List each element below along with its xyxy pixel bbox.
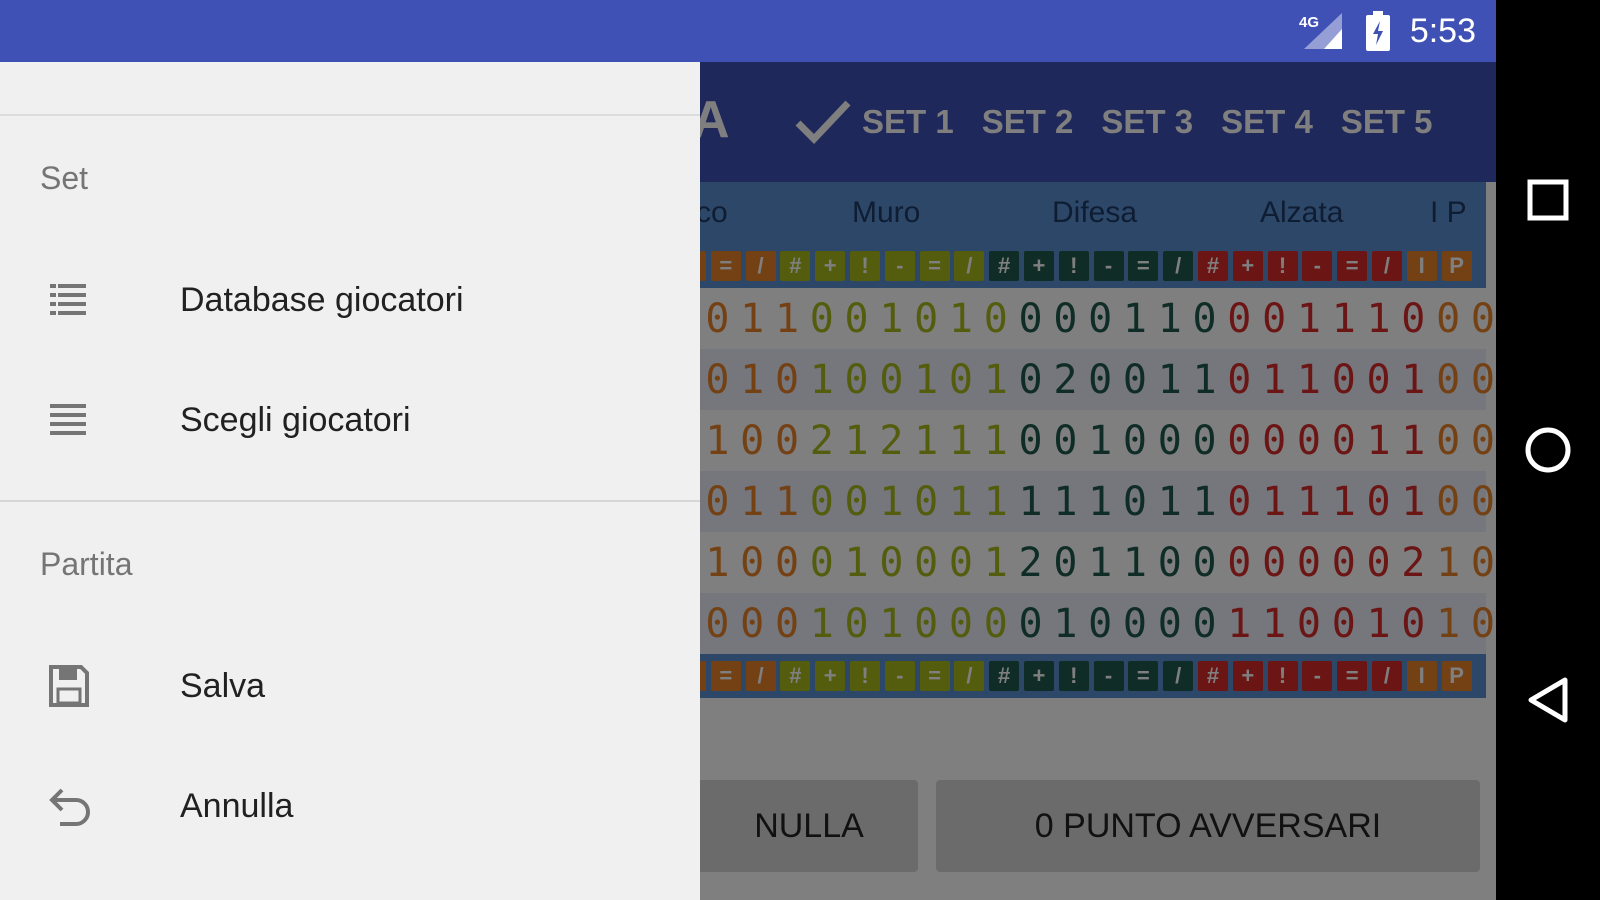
recents-button[interactable]: [1522, 174, 1574, 226]
status-time: 5:53: [1409, 11, 1476, 50]
menu-item-scegli-giocatori[interactable]: Scegli giocatori: [0, 360, 700, 480]
square-icon: [1527, 179, 1569, 221]
section-title-partita: Partita: [40, 545, 133, 582]
network-type-label: 4G: [1299, 14, 1319, 31]
undo-icon: [0, 786, 180, 826]
navigation-bar: [1496, 0, 1600, 900]
navigation-drawer: Set Database giocatori Scegli giocatori …: [0, 62, 700, 900]
signal-4g-icon: 4G: [1299, 13, 1342, 49]
menu-item-label: Database giocatori: [180, 280, 464, 319]
status-bar: 4G 5:53: [0, 0, 1496, 62]
circle-icon: [1525, 427, 1571, 473]
status-icons: 4G 5:53: [1298, 0, 1476, 62]
menu-item-salva[interactable]: Salva: [0, 626, 700, 746]
save-icon: [0, 664, 180, 708]
section-title-set: Set: [40, 159, 89, 196]
drawer-header: [0, 62, 700, 116]
menu-item-label: Salva: [180, 666, 266, 705]
menu-item-label: Scegli giocatori: [180, 400, 411, 439]
list-icon: [0, 280, 180, 320]
home-button[interactable]: [1522, 424, 1574, 476]
menu-item-label: Annulla: [180, 786, 294, 825]
triangle-back-icon: [1528, 677, 1568, 723]
menu-item-annulla[interactable]: Annulla: [0, 746, 700, 866]
list-icon: [0, 400, 180, 440]
menu-item-database-giocatori[interactable]: Database giocatori: [0, 240, 700, 360]
back-button[interactable]: [1522, 674, 1574, 726]
battery-icon: [1365, 11, 1390, 51]
